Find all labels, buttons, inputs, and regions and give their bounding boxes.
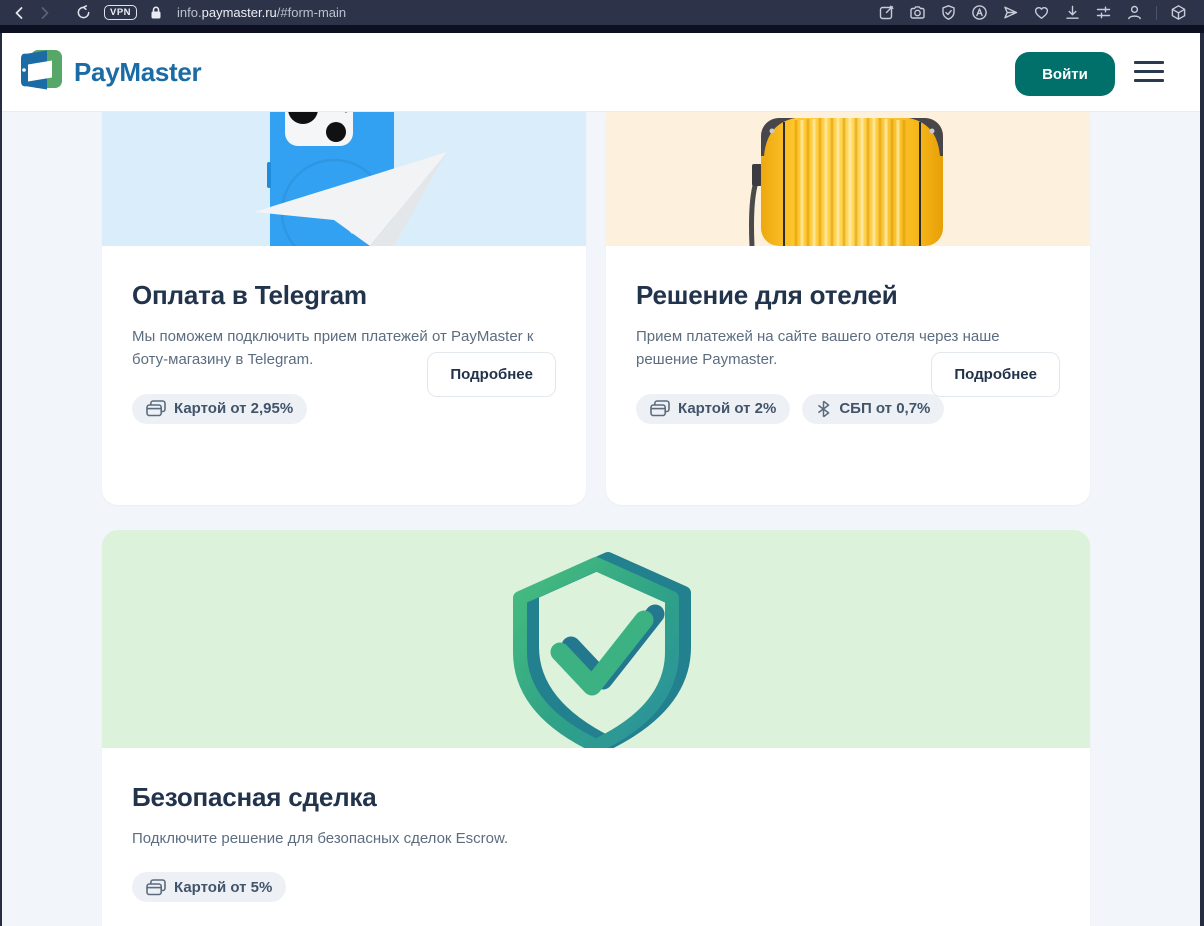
compose-icon[interactable] bbox=[871, 0, 902, 25]
reload-icon[interactable] bbox=[70, 0, 96, 25]
card-hotel-solution: Решение для отелей Прием платежей на сай… bbox=[606, 112, 1090, 505]
card-description: Подключите решение для безопасных сделок… bbox=[132, 830, 509, 847]
shield-check-illustration bbox=[102, 530, 1090, 748]
hamburger-icon[interactable] bbox=[1134, 61, 1164, 83]
more-button[interactable]: Подробнее bbox=[931, 351, 1060, 397]
fee-badge-label: Картой от 2% bbox=[678, 400, 777, 417]
forward-icon[interactable] bbox=[32, 0, 58, 25]
fee-badge: Картой от 5% bbox=[132, 872, 287, 903]
fee-badge-sbp: СБП от 0,7% bbox=[802, 393, 945, 424]
card-icon bbox=[146, 878, 166, 896]
paymaster-logo[interactable]: PayMaster bbox=[16, 49, 202, 96]
fee-badge: Картой от 2% bbox=[636, 393, 791, 424]
url-subdomain: info. bbox=[177, 5, 202, 20]
fee-badge: Картой от 2,95% bbox=[132, 393, 308, 424]
fee-badge-label: Картой от 2,95% bbox=[174, 400, 294, 417]
card-title: Оплата в Telegram bbox=[132, 280, 367, 310]
site-header: PayMaster Войти bbox=[2, 33, 1200, 112]
translate-icon[interactable] bbox=[964, 0, 995, 25]
browser-window: VPN info.paymaster.ru/#form-main PayMast… bbox=[0, 0, 1204, 926]
fee-badge-label: СБП от 0,7% bbox=[839, 400, 931, 417]
card-safe-deal: Безопасная сделка Подключите решение для… bbox=[102, 530, 1090, 926]
protect-shield-icon[interactable] bbox=[933, 0, 964, 25]
url-bar[interactable]: info.paymaster.ru/#form-main bbox=[177, 5, 346, 20]
more-button[interactable]: Подробнее bbox=[427, 351, 556, 397]
phone-telegram-illustration bbox=[102, 112, 586, 246]
suitcase-illustration bbox=[606, 112, 1090, 246]
card-title: Безопасная сделка bbox=[132, 782, 377, 812]
card-telegram-payments: Оплата в Telegram Мы поможем подключить … bbox=[102, 112, 586, 505]
downloads-icon[interactable] bbox=[1057, 0, 1088, 25]
extensions-cube-icon[interactable] bbox=[1163, 0, 1194, 25]
card-icon bbox=[650, 400, 670, 417]
window-edge-right bbox=[1200, 33, 1204, 926]
send-icon[interactable] bbox=[995, 0, 1026, 25]
screenshot-camera-icon[interactable] bbox=[902, 0, 933, 25]
card-title: Решение для отелей bbox=[636, 280, 898, 310]
fee-badge-label: Картой от 5% bbox=[174, 878, 273, 896]
logo-text: PayMaster bbox=[74, 56, 202, 87]
profile-person-icon[interactable] bbox=[1119, 0, 1150, 25]
favorites-heart-icon[interactable] bbox=[1026, 0, 1057, 25]
tune-sliders-icon[interactable] bbox=[1088, 0, 1119, 25]
back-icon[interactable] bbox=[6, 0, 32, 25]
sbp-icon bbox=[818, 400, 830, 417]
login-button[interactable]: Войти bbox=[1015, 52, 1115, 96]
window-edge-left bbox=[0, 33, 2, 926]
browser-toolbar: VPN info.paymaster.ru/#form-main bbox=[0, 0, 1204, 25]
window-frame-strip bbox=[0, 25, 1204, 33]
lock-icon[interactable] bbox=[143, 0, 169, 25]
url-domain: paymaster.ru bbox=[201, 5, 277, 20]
vpn-badge[interactable]: VPN bbox=[104, 4, 138, 21]
wallet-logo-icon bbox=[16, 49, 62, 96]
toolbar-separator bbox=[1156, 5, 1157, 20]
card-icon bbox=[146, 400, 166, 417]
url-path: /#form-main bbox=[276, 5, 347, 20]
